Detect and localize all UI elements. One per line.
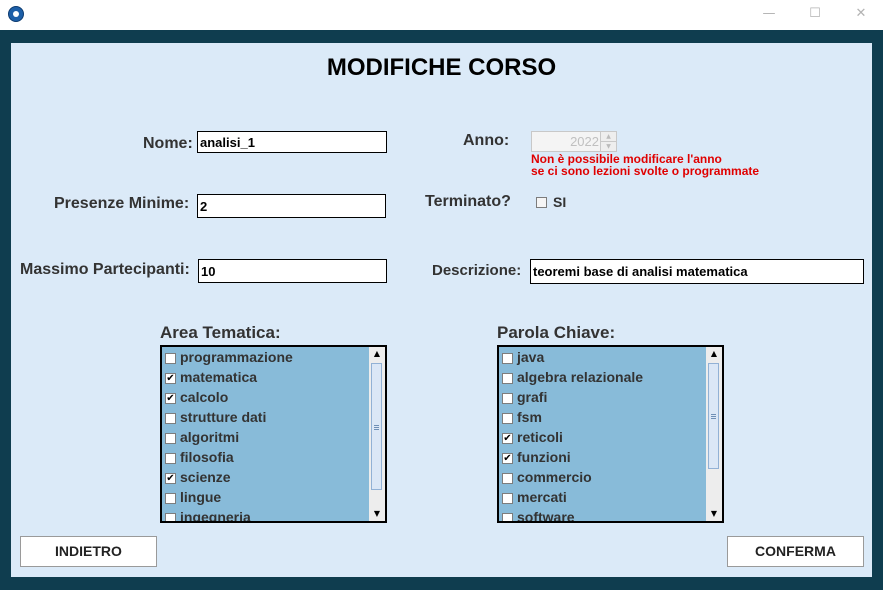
- anno-value: 2022: [570, 134, 599, 149]
- list-item-label: algebra relazionale: [517, 369, 644, 385]
- list-item-checkbox[interactable]: [165, 413, 176, 424]
- list-item-checkbox[interactable]: [502, 473, 513, 484]
- scroll-down-icon[interactable]: ▼: [706, 507, 722, 521]
- list-item-label: strutture dati: [180, 409, 267, 425]
- list-item-checkbox[interactable]: [165, 453, 176, 464]
- massimo-label: Massimo Partecipanti:: [20, 261, 190, 278]
- list-item-checkbox[interactable]: [502, 373, 513, 384]
- list-item[interactable]: ✔ matematica: [162, 368, 367, 388]
- list-item[interactable]: filosofia: [162, 448, 367, 468]
- page-title: MODIFICHE CORSO: [326, 54, 557, 81]
- massimo-input[interactable]: [198, 259, 387, 283]
- close-button[interactable]: ✕: [838, 0, 883, 30]
- list-item[interactable]: commercio: [499, 468, 704, 488]
- list-item-label: algoritmi: [180, 429, 240, 445]
- list-item-checkbox[interactable]: [502, 353, 513, 364]
- list-item[interactable]: grafi: [499, 388, 704, 408]
- maximize-button[interactable]: ☐: [792, 0, 838, 30]
- descrizione-label: Descrizione:: [432, 262, 522, 279]
- list-item-checkbox[interactable]: [502, 413, 513, 424]
- spinner-down-icon: ▼: [600, 141, 616, 151]
- nome-input[interactable]: [197, 131, 387, 153]
- list-item-checkbox[interactable]: [502, 493, 513, 504]
- parola-chiave-title: Parola Chiave:: [497, 323, 616, 342]
- scroll-up-icon[interactable]: ▲: [369, 347, 385, 361]
- list-item[interactable]: strutture dati: [162, 408, 367, 428]
- presenze-label: Presenze Minime:: [54, 195, 190, 212]
- list-item-label: scienze: [180, 469, 231, 485]
- list-item-label: fsm: [517, 409, 542, 425]
- list-item-checkbox[interactable]: [502, 393, 513, 404]
- area-tematica-title: Area Tematica:: [160, 323, 281, 342]
- list-item-label: grafi: [517, 389, 548, 405]
- list-item-label: lingue: [180, 489, 222, 505]
- list-item[interactable]: lingue: [162, 488, 367, 508]
- list-item[interactable]: fsm: [499, 408, 704, 428]
- list-item-label: reticoli: [517, 429, 563, 445]
- list-item-checkbox[interactable]: [502, 513, 513, 521]
- anno-label: Anno:: [463, 132, 510, 149]
- parola-chiave-list[interactable]: software mercati commercio ✔ funzioni ✔ retico…: [497, 345, 724, 523]
- list-item-checkbox[interactable]: [165, 433, 176, 444]
- list-item[interactable]: ✔ funzioni: [499, 448, 704, 468]
- list-item-label: software: [517, 509, 575, 523]
- presenze-input[interactable]: [197, 194, 386, 218]
- terminato-label: Terminato?: [425, 193, 511, 210]
- list-item-checkbox[interactable]: ✔: [165, 473, 176, 484]
- list-item-label: matematica: [180, 369, 258, 385]
- list-item-checkbox[interactable]: ✔: [165, 393, 176, 404]
- descrizione-input[interactable]: [530, 259, 864, 284]
- scroll-thumb[interactable]: [708, 363, 719, 469]
- anno-spinner: 2022 ▲ ▼: [531, 131, 617, 152]
- parola-scrollbar[interactable]: ▲ ▼: [706, 347, 722, 521]
- conferma-button[interactable]: CONFERMA: [727, 536, 864, 567]
- anno-warning-line2: se ci sono lezioni svolte o programmate: [531, 164, 760, 178]
- list-item[interactable]: ✔ calcolo: [162, 388, 367, 408]
- scroll-up-icon[interactable]: ▲: [706, 347, 722, 361]
- list-item-checkbox[interactable]: [165, 353, 176, 364]
- list-item-label: ingegneria: [180, 509, 251, 523]
- list-item[interactable]: mercati: [499, 488, 704, 508]
- list-item-label: java: [517, 349, 545, 365]
- area-tematica-list[interactable]: ingegneria lingue ✔ scienze filosofia algorit…: [160, 345, 387, 523]
- list-item-checkbox[interactable]: ✔: [502, 453, 513, 464]
- list-item-checkbox[interactable]: [165, 513, 176, 521]
- list-item[interactable]: software: [499, 508, 704, 523]
- area-scrollbar[interactable]: ▲ ▼: [369, 347, 385, 521]
- list-item[interactable]: java: [499, 348, 704, 368]
- list-item-checkbox[interactable]: ✔: [502, 433, 513, 444]
- list-item-checkbox[interactable]: ✔: [165, 373, 176, 384]
- list-item[interactable]: programmazione: [162, 348, 367, 368]
- scroll-down-icon[interactable]: ▼: [369, 507, 385, 521]
- list-item[interactable]: algebra relazionale: [499, 368, 704, 388]
- list-item[interactable]: ingegneria: [162, 508, 367, 523]
- list-item-checkbox[interactable]: [165, 493, 176, 504]
- form-panel: [11, 43, 872, 577]
- list-item[interactable]: ✔ scienze: [162, 468, 367, 488]
- indietro-button[interactable]: INDIETRO: [20, 536, 157, 567]
- app-icon: [8, 6, 24, 22]
- list-item-label: programmazione: [180, 349, 293, 365]
- title-bar: — ☐ ✕: [0, 0, 883, 30]
- spinner-up-icon: ▲: [600, 132, 616, 141]
- list-item-label: calcolo: [180, 389, 229, 405]
- list-item-label: funzioni: [517, 449, 571, 465]
- list-item-label: mercati: [517, 489, 567, 505]
- list-item-label: commercio: [517, 469, 592, 485]
- scroll-thumb[interactable]: [371, 363, 382, 490]
- nome-label: Nome:: [143, 135, 193, 152]
- list-item[interactable]: ✔ reticoli: [499, 428, 704, 448]
- minimize-button[interactable]: —: [746, 0, 792, 30]
- terminato-checkbox[interactable]: [536, 197, 547, 208]
- terminato-option-label: SI: [553, 194, 567, 210]
- list-item[interactable]: algoritmi: [162, 428, 367, 448]
- list-item-label: filosofia: [180, 449, 234, 465]
